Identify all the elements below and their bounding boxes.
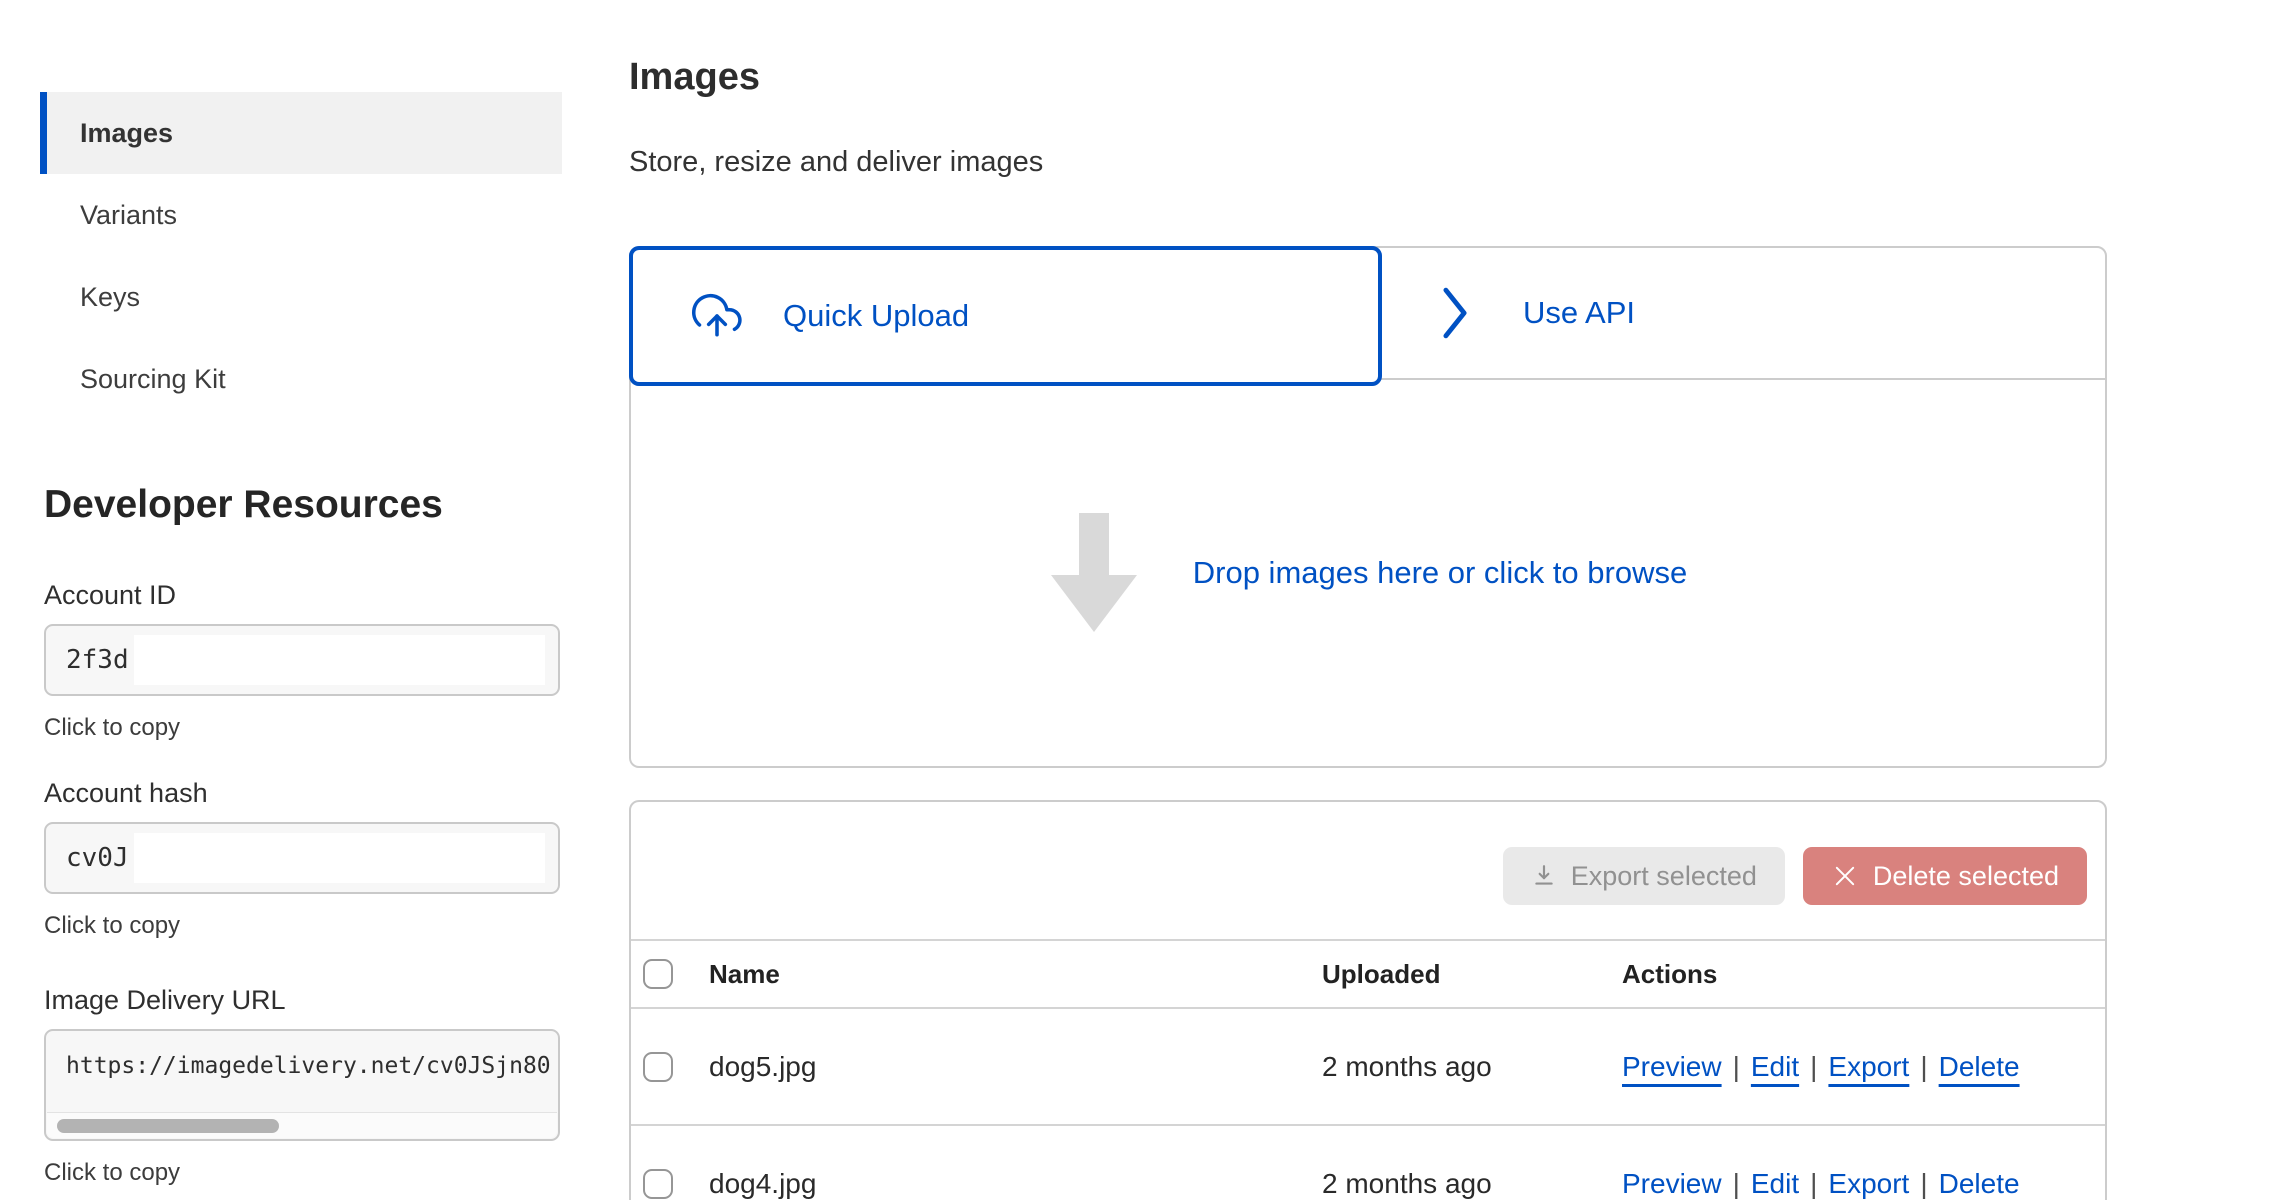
delete-link[interactable]: Delete xyxy=(1939,1168,2020,1200)
click-to-copy-hint: Click to copy xyxy=(44,714,560,740)
image-delivery-url-group: Image Delivery URL https://imagedelivery… xyxy=(44,985,560,1185)
uploaded-time: 2 months ago xyxy=(1322,1051,1622,1083)
sidebar-item-images[interactable]: Images xyxy=(40,92,562,174)
sidebar-item-label: Images xyxy=(80,118,173,149)
horizontal-scrollbar xyxy=(47,1112,557,1138)
image-delivery-url-field[interactable]: https://imagedelivery.net/cv0JSjn80 xyxy=(44,1029,560,1141)
page-title: Images xyxy=(629,56,760,99)
redaction-overlay xyxy=(134,635,545,685)
account-id-field[interactable]: 2f3d xyxy=(44,624,560,696)
sidebar-item-label: Sourcing Kit xyxy=(80,364,226,395)
chevron-right-icon xyxy=(1439,285,1471,341)
edit-link[interactable]: Edit xyxy=(1751,1051,1799,1083)
tab-label: Use API xyxy=(1523,295,1635,331)
account-id-value: 2f3d xyxy=(66,645,129,675)
preview-link[interactable]: Preview xyxy=(1622,1051,1722,1083)
delete-selected-label: Delete selected xyxy=(1873,861,2059,892)
column-header-uploaded: Uploaded xyxy=(1322,959,1622,990)
developer-resources-heading: Developer Resources xyxy=(44,483,443,527)
account-hash-value: cv0J xyxy=(66,843,129,873)
row-checkbox[interactable] xyxy=(643,1052,673,1082)
row-checkbox[interactable] xyxy=(643,1169,673,1199)
row-actions: Preview | Edit | Export | Delete xyxy=(1622,1051,2105,1083)
table-row: dog4.jpg 2 months ago Preview | Edit | E… xyxy=(631,1126,2105,1200)
column-header-name: Name xyxy=(709,959,1322,990)
row-actions: Preview | Edit | Export | Delete xyxy=(1622,1168,2105,1200)
action-separator: | xyxy=(1733,1051,1740,1083)
account-id-group: Account ID 2f3d Click to copy xyxy=(44,580,560,740)
account-hash-field[interactable]: cv0J xyxy=(44,822,560,894)
export-selected-label: Export selected xyxy=(1571,861,1757,892)
arrow-down-icon xyxy=(1049,513,1139,633)
action-separator: | xyxy=(1920,1051,1927,1083)
table-toolbar: Export selected Delete selected xyxy=(631,802,2105,941)
click-to-copy-hint: Click to copy xyxy=(44,912,560,938)
tab-label: Quick Upload xyxy=(783,298,969,334)
tab-quick-upload[interactable]: Quick Upload xyxy=(629,246,1382,386)
sidebar-nav: Images Variants Keys Sourcing Kit xyxy=(40,92,562,420)
upload-panel: Quick Upload Use API Drop images here or… xyxy=(629,246,2107,768)
delete-link[interactable]: Delete xyxy=(1939,1051,2020,1083)
cloud-upload-icon xyxy=(689,291,745,341)
export-link[interactable]: Export xyxy=(1828,1051,1909,1083)
preview-link[interactable]: Preview xyxy=(1622,1168,1722,1200)
image-name: dog5.jpg xyxy=(709,1051,1322,1083)
action-separator: | xyxy=(1810,1051,1817,1083)
edit-link[interactable]: Edit xyxy=(1751,1168,1799,1200)
action-separator: | xyxy=(1733,1168,1740,1200)
delete-selected-button[interactable]: Delete selected xyxy=(1803,847,2087,905)
account-hash-label: Account hash xyxy=(44,778,560,808)
account-hash-group: Account hash cv0J Click to copy xyxy=(44,778,560,938)
table-header-row: Name Uploaded Actions xyxy=(631,941,2105,1009)
sidebar-item-label: Variants xyxy=(80,200,177,231)
sidebar-item-sourcing-kit[interactable]: Sourcing Kit xyxy=(40,338,562,420)
close-icon xyxy=(1831,862,1859,890)
column-header-actions: Actions xyxy=(1622,959,2105,990)
image-delivery-url-value: https://imagedelivery.net/cv0JSjn80 xyxy=(66,1053,551,1079)
account-id-label: Account ID xyxy=(44,580,560,610)
table-row: dog5.jpg 2 months ago Preview | Edit | E… xyxy=(631,1009,2105,1126)
action-separator: | xyxy=(1810,1168,1817,1200)
uploaded-time: 2 months ago xyxy=(1322,1168,1622,1200)
click-to-copy-hint: Click to copy xyxy=(44,1159,560,1185)
page-subtitle: Store, resize and deliver images xyxy=(629,146,1043,179)
action-separator: | xyxy=(1920,1168,1927,1200)
export-link[interactable]: Export xyxy=(1828,1168,1909,1200)
sidebar-item-variants[interactable]: Variants xyxy=(40,174,562,256)
upload-tabbar: Quick Upload Use API xyxy=(631,248,2105,380)
sidebar: Images Variants Keys Sourcing Kit Develo… xyxy=(40,0,562,1200)
sidebar-item-keys[interactable]: Keys xyxy=(40,256,562,338)
tab-use-api[interactable]: Use API xyxy=(1382,248,2105,378)
image-name: dog4.jpg xyxy=(709,1168,1322,1200)
dropzone-text: Drop images here or click to browse xyxy=(1193,555,1687,591)
sidebar-item-label: Keys xyxy=(80,282,140,313)
image-delivery-url-label: Image Delivery URL xyxy=(44,985,560,1015)
scrollbar-thumb[interactable] xyxy=(57,1119,279,1133)
redaction-overlay xyxy=(134,833,545,883)
select-all-checkbox[interactable] xyxy=(643,959,673,989)
download-icon xyxy=(1531,863,1557,889)
dropzone[interactable]: Drop images here or click to browse xyxy=(631,380,2105,766)
export-selected-button[interactable]: Export selected xyxy=(1503,847,1785,905)
images-table-card: Export selected Delete selected Name Upl… xyxy=(629,800,2107,1200)
